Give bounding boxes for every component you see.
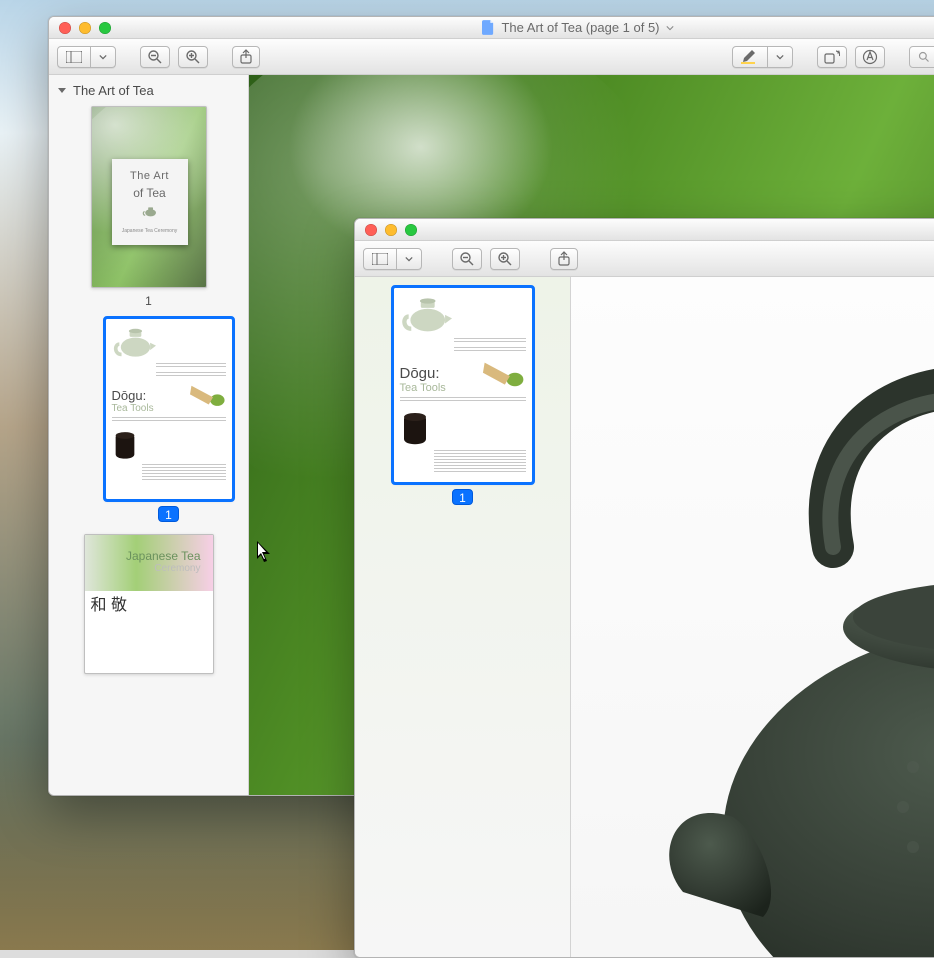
zoom-in-button[interactable] [490,248,520,270]
dogu-heading: Dōgu: [400,365,440,382]
titlebar[interactable] [355,219,934,241]
zoom-out-button[interactable] [452,248,482,270]
cover-title-line1: The Art [130,170,169,182]
share-button[interactable] [550,248,578,270]
highlight-button[interactable] [732,46,793,68]
dogu-heading: Dōgu: [112,388,147,403]
zoom-in-button[interactable] [178,46,208,68]
sidebar-view-button[interactable] [57,46,116,68]
page-thumbnail-2-inserted[interactable]: Dōgu: Tea Tools 1 [97,314,240,522]
sidebar-view-button[interactable] [363,248,422,270]
document-canvas[interactable] [571,277,934,957]
minimize-button[interactable] [79,22,91,34]
cover-subtitle: Japanese Tea Ceremony [122,228,178,234]
sidebar-header[interactable]: The Art of Tea [57,83,240,98]
jtc-subheading: Ceremony [154,563,200,574]
titlebar[interactable]: The Art of Tea (page 1 of 5) [49,17,934,39]
page-number-label: 1 [145,294,152,308]
close-button[interactable] [59,22,71,34]
toolbar [355,241,934,277]
jtc-kanji: 和 敬 [91,598,127,620]
page-thumbnail-3[interactable]: Japanese Tea Ceremony 和 敬 [57,530,240,676]
traffic-lights [355,224,417,236]
disclosure-triangle-icon[interactable] [57,86,67,96]
jtc-heading: Japanese Tea [126,549,201,563]
dogu-subheading: Tea Tools [400,382,446,394]
page-thumbnail-1[interactable]: Dōgu: Tea Tools 1 [363,283,562,505]
toolbar: Search [49,39,934,75]
rotate-button[interactable] [817,46,847,68]
sidebar-title: The Art of Tea [73,83,154,98]
cover-title-line2: of Tea [133,186,165,200]
search-icon [918,51,930,63]
zoom-out-button[interactable] [140,46,170,68]
zoom-button[interactable] [99,22,111,34]
minimize-button[interactable] [385,224,397,236]
document-proxy-icon[interactable] [482,20,495,35]
chevron-down-icon[interactable] [768,47,792,67]
markup-button[interactable] [855,46,885,68]
teapot-image [613,297,934,957]
thumbnail-sidebar[interactable]: The Art of Tea The Art of Tea Japanese T… [49,75,249,795]
zoom-button[interactable] [405,224,417,236]
page-thumbnail-1[interactable]: The Art of Tea Japanese Tea Ceremony 1 [57,102,240,308]
dogu-subheading: Tea Tools [112,403,154,414]
thumbnail-sidebar[interactable]: Dōgu: Tea Tools 1 [355,277,571,957]
close-button[interactable] [365,224,377,236]
traffic-lights [49,22,111,34]
title-dropdown-chevron-icon[interactable] [666,24,674,32]
share-button[interactable] [232,46,260,68]
chevron-down-icon[interactable] [397,249,421,269]
search-field[interactable]: Search [909,46,934,68]
page-number-label: 1 [452,489,473,505]
page-number-label: 1 [158,506,179,522]
window-title-text: The Art of Tea (page 1 of 5) [501,20,659,35]
chevron-down-icon[interactable] [91,47,115,67]
preview-window-dogu: Dōgu: Tea Tools 1 [354,218,934,958]
window-title: The Art of Tea (page 1 of 5) [49,20,934,35]
